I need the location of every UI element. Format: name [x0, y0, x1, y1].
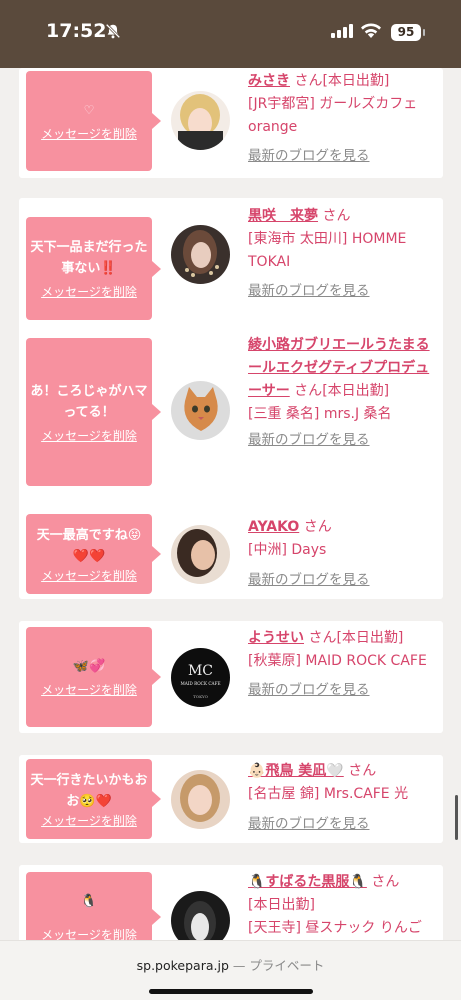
cast-info: 綾小路ガブリエールうたまるールエクゼグティブプロデューサー さん[本日出勤] [… [248, 334, 436, 452]
avatar[interactable] [171, 225, 230, 284]
delete-message-link[interactable]: メッセージを削除 [41, 125, 137, 142]
honorific: さん [289, 383, 323, 399]
honorific: さん [318, 208, 351, 224]
cast-name-link[interactable]: 👶🏻飛鳥 美凪🤍 [248, 763, 344, 779]
cellular-signal-icon [331, 24, 353, 38]
honorific: さん [304, 630, 337, 646]
status-time: 17:52 [46, 20, 107, 42]
battery-icon: 95 [391, 24, 425, 41]
cast-name-link[interactable]: 🐧すばるた黒服🐧 [248, 874, 367, 890]
message-bubble: ♡ メッセージを削除 [26, 71, 161, 171]
message-bubble: 天一行きたいかもおお🥺❤️ メッセージを削除 [26, 759, 161, 839]
url-domain: sp.pokepara.jp [136, 958, 229, 973]
shop-name: [中洲] Days [248, 542, 327, 558]
avatar[interactable] [171, 770, 230, 829]
scroll-indicator[interactable] [455, 795, 458, 840]
latest-blog-link[interactable]: 最新のブログを見る [248, 429, 436, 452]
work-status: [本日出勤] [248, 897, 315, 913]
honorific: さん [343, 763, 377, 779]
cast-info: AYAKO さん [中洲] Days 最新のブログを見る [248, 516, 436, 592]
latest-blog-link[interactable]: 最新のブログを見る [248, 679, 436, 702]
cast-info: 黒咲 来夢 さん [東海市 太田川] HOMME TOKAI 最新のブログを見る [248, 205, 436, 303]
honorific: さん [290, 73, 323, 89]
shop-name: [名古屋 錦] Mrs.CAFE 光 [248, 786, 409, 802]
message-text: 天一最高ですね😝❤️❤️ [36, 527, 142, 564]
cast-name-link[interactable]: みさき [248, 73, 290, 89]
message-text: 🐧 [80, 894, 98, 909]
latest-blog-link[interactable]: 最新のブログを見る [248, 813, 436, 836]
shop-name: [東海市 太田川] HOMME TOKAI [248, 231, 407, 270]
cast-name-link[interactable]: AYAKO [248, 519, 299, 535]
cast-info: 🐧すばるた黒服🐧 さん [本日出勤] [天王寺] 昼スナック りんご [248, 871, 436, 940]
status-bar: 17:52 95 [0, 0, 461, 68]
avatar[interactable] [171, 91, 230, 150]
work-status: [本日出勤] [322, 73, 390, 89]
message-text: 天下一品まだ行った事ない‼️ [30, 240, 148, 276]
delete-message-link[interactable]: メッセージを削除 [41, 812, 137, 829]
private-mode-label: — プライベート [232, 958, 325, 973]
message-card: 🦋💞 メッセージを削除 MC MAID ROCK CAFE TOKYO ようせい… [19, 621, 443, 733]
message-bubble: あ！ころじゃがハマってる！ メッセージを削除 [26, 338, 161, 486]
svg-text:MAID ROCK CAFE: MAID ROCK CAFE [180, 681, 220, 686]
shop-name: [JR宇都宮] ガールズカフェorange [248, 96, 418, 135]
cast-name: 👶🏻飛鳥 美凪🤍 [248, 763, 344, 779]
cast-name-link[interactable]: ようせい [248, 630, 304, 646]
avatar[interactable] [171, 381, 230, 440]
message-text: 天一行きたいかもおお🥺❤️ [30, 772, 148, 809]
address-bar[interactable]: sp.pokepara.jp — プライベート [0, 955, 461, 974]
delete-message-link[interactable]: メッセージを削除 [41, 681, 137, 698]
delete-message-link[interactable]: メッセージを削除 [41, 283, 137, 300]
wifi-icon [361, 23, 381, 38]
shop-name: [三重 桑名] mrs.J 桑名 [248, 406, 392, 422]
message-card: ♡ メッセージを削除 みさき さん[本日出勤] [JR宇都宮] ガールズカフェo… [19, 68, 443, 178]
message-bubble: 天一最高ですね😝❤️❤️ メッセージを削除 [26, 514, 161, 594]
cast-info: 👶🏻飛鳥 美凪🤍 さん [名古屋 錦] Mrs.CAFE 光 最新のブログを見る [248, 760, 436, 836]
work-status: [本日出勤] [336, 630, 404, 646]
latest-blog-link[interactable]: 最新のブログを見る [248, 280, 436, 303]
honorific: さん [366, 874, 400, 890]
honorific: さん [299, 519, 332, 535]
message-text: ♡ [83, 103, 95, 117]
shop-name: [天王寺] 昼スナック りんご [248, 920, 422, 936]
cast-info: ようせい さん[本日出勤] [秋葉原] MAID ROCK CAFE 最新のブロ… [248, 627, 436, 702]
message-card: 天一最高ですね😝❤️❤️ メッセージを削除 AYAKO さん [中洲] Days… [19, 511, 443, 599]
latest-blog-link[interactable]: 最新のブログを見る [248, 569, 436, 592]
home-indicator[interactable] [149, 989, 313, 994]
svg-text:MC: MC [188, 663, 213, 679]
svg-text:TOKYO: TOKYO [193, 694, 208, 699]
cast-name-link[interactable]: 黒咲 来夢 [248, 208, 318, 224]
avatar[interactable]: MC MAID ROCK CAFE TOKYO [171, 648, 230, 707]
work-status: [本日出勤] [322, 383, 390, 399]
message-bubble: 天下一品まだ行った事ない‼️ メッセージを削除 [26, 217, 161, 320]
shop-name: [秋葉原] MAID ROCK CAFE [248, 653, 427, 669]
message-text: あ！ころじゃがハマってる！ [30, 383, 148, 420]
latest-blog-link[interactable]: 最新のブログを見る [248, 145, 436, 168]
bell-muted-icon [105, 23, 121, 39]
avatar[interactable] [171, 525, 230, 584]
cast-info: みさき さん[本日出勤] [JR宇都宮] ガールズカフェorange 最新のブロ… [248, 70, 436, 168]
delete-message-link[interactable]: メッセージを削除 [41, 567, 137, 584]
delete-message-link[interactable]: メッセージを削除 [41, 427, 137, 444]
message-bubble: 🦋💞 メッセージを削除 [26, 627, 161, 727]
browser-bottom-bar: sp.pokepara.jp — プライベート [0, 940, 461, 1000]
message-card: 天一行きたいかもおお🥺❤️ メッセージを削除 👶🏻飛鳥 美凪🤍 さん [名古屋 … [19, 755, 443, 843]
message-text: 🦋💞 [72, 659, 106, 674]
